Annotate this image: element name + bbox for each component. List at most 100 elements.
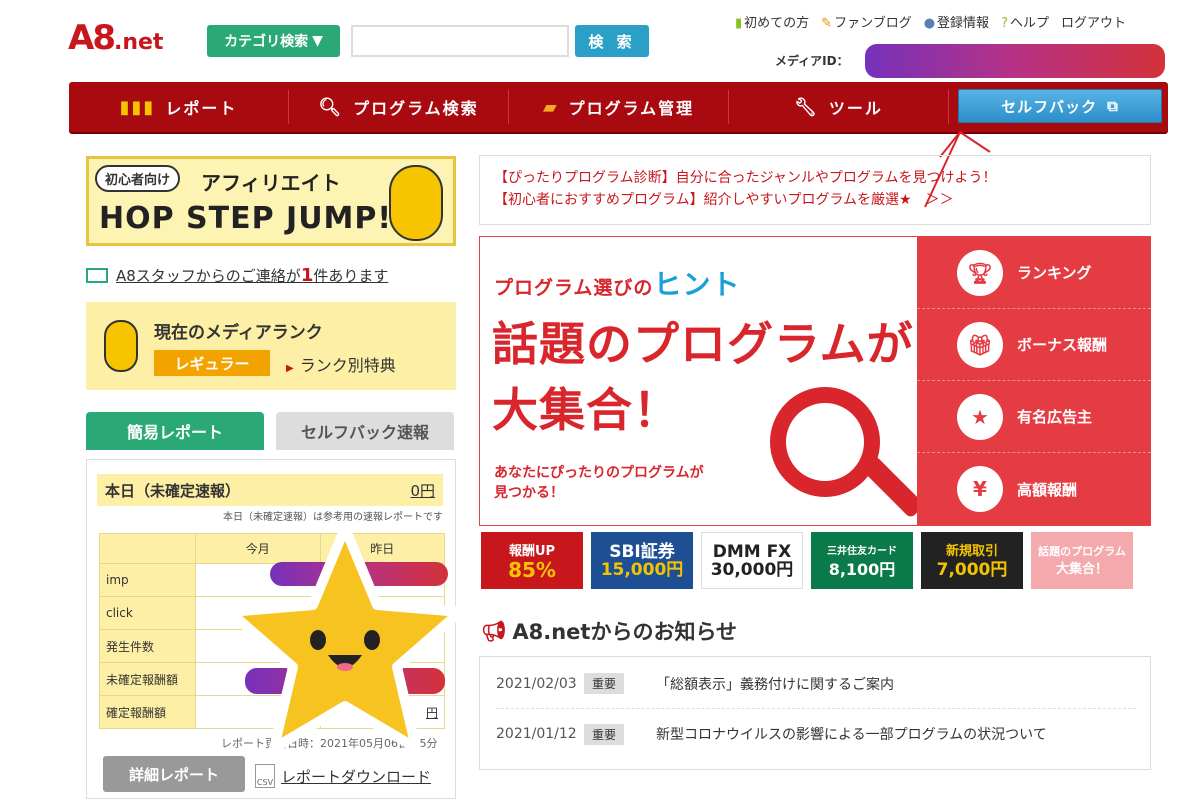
tab-simple-report[interactable]: 簡易レポート — [86, 412, 264, 450]
selfback-label: セルフバック — [1001, 97, 1098, 116]
nav-program-search[interactable]: 🔍︎ プログラム検索 — [289, 90, 509, 124]
today-label: 本日（未確定速報） — [105, 481, 241, 500]
banner-menu-famous[interactable]: ★ 有名広告主 — [917, 381, 1151, 453]
banner-menu: 🏆︎ ランキング 🎁︎ ボーナス報酬 ★ 有名広告主 ¥ 高額報酬 — [917, 237, 1151, 525]
media-id-label: メディアID： — [775, 54, 849, 68]
notice-link-beginner[interactable]: 【初心者におすすめプログラム】紹介しやすいプログラムを厳選★ ＞＞ — [494, 189, 1136, 211]
bee-icon — [104, 320, 138, 372]
rank-benefits-label: ランク別特典 — [299, 356, 396, 375]
hop-subtitle: HOP STEP JUMP! — [99, 201, 393, 236]
today-summary: 本日（未確定速報） 0円 — [97, 474, 443, 506]
hop-title: アフィリエイト — [201, 171, 341, 195]
mini-banner-trade[interactable]: 新規取引 7,000円 — [921, 532, 1023, 589]
search-button[interactable]: 検 索 — [575, 25, 649, 57]
high-reward-label: 高額報酬 — [1017, 480, 1078, 499]
mini-banner-onamae[interactable]: 報酬UP 85% — [481, 532, 583, 589]
banner-sub-2: 見つかる！ — [494, 485, 564, 501]
logo-text: A8 — [68, 18, 116, 58]
mini-banner-dmm[interactable]: DMM FX 30,000円 — [701, 532, 803, 589]
media-rank-box: 現在のメディアランク レギュラー ▶ ランク別特典 — [86, 302, 456, 390]
help-label: ヘルプ — [1009, 16, 1049, 31]
banner-main: プログラム選びのヒント 話題のプログラムが 大集合！ あなたにぴったりのプログラム… — [480, 237, 925, 525]
fan-blog-link[interactable]: ✎ ファンブログ — [821, 12, 912, 31]
selfback-button[interactable]: セルフバック ⧉ — [958, 89, 1162, 123]
mini-banner-sbi[interactable]: SBI証券 15,000円 — [591, 532, 693, 589]
mini-top: 三井住友カード — [827, 545, 897, 557]
notice-link-diagnosis[interactable]: 【ぴったりプログラム診断】自分に合ったジャンルやプログラムを見つけよう！ — [494, 167, 1136, 189]
first-time-link[interactable]: ▮ 初めての方 — [735, 12, 809, 31]
triangle-icon: ▶ — [286, 363, 294, 374]
mini-bottom: 8,100円 — [828, 559, 896, 579]
nav-program-manage-label: プログラム管理 — [568, 99, 695, 118]
news-item[interactable]: 2021/01/12 重要 新型コロナウイルスの影響による一部プログラムの状況つ… — [496, 709, 1136, 759]
bonus-label: ボーナス報酬 — [1017, 336, 1108, 354]
row-label: 未確定報酬額 — [99, 662, 196, 696]
news-item[interactable]: 2021/02/03 重要 「総額表示」義務付けに関するご案内 — [496, 659, 1136, 709]
row-label: imp — [99, 563, 196, 597]
rank-title: 現在のメディアランク — [154, 323, 323, 343]
folder-icon: ▰ — [542, 96, 559, 118]
help-icon: ? — [1001, 16, 1008, 31]
today-amount[interactable]: 0円 — [410, 480, 435, 501]
header-empty — [99, 533, 196, 564]
staff-message-count: 1 — [300, 265, 314, 286]
account-info-link[interactable]: ● 登録情報 — [924, 12, 989, 31]
help-link[interactable]: ? ヘルプ — [1001, 12, 1049, 31]
user-icon: ● — [923, 16, 936, 31]
new-window-icon: ⧉ — [1107, 97, 1119, 115]
news-date: 2021/01/12 — [496, 726, 577, 742]
top-links: ▮ 初めての方 ✎ ファンブログ ● 登録情報 ? ヘルプ ログアウト — [735, 12, 1126, 31]
banner-sub: あなたにぴったりのプログラムが 見つかる！ — [494, 463, 704, 503]
program-hint-banner[interactable]: プログラム選びのヒント 話題のプログラムが 大集合！ あなたにぴったりのプログラム… — [479, 236, 1151, 526]
category-search-button[interactable]: カテゴリ検索 ▼ — [207, 25, 340, 57]
ranking-label: ランキング — [1017, 264, 1092, 282]
mini-bottom: 大集合！ — [1055, 561, 1108, 577]
staff-message-link[interactable]: A8スタッフからのご連絡が1件あります — [86, 265, 388, 286]
logo-suffix: .net — [113, 30, 164, 55]
banner-lead-text: プログラム選びの — [494, 277, 654, 299]
search-input[interactable] — [351, 25, 569, 57]
news-heading-text: A8.netからのお知らせ — [512, 620, 738, 644]
trophy-icon: 🏆︎ — [957, 249, 1003, 296]
banner-menu-ranking[interactable]: 🏆︎ ランキング — [917, 237, 1151, 309]
coin-icon: ¥ — [957, 466, 1003, 512]
megaphone-icon: 📢︎ — [481, 619, 507, 643]
rank-level-badge: レギュラー — [154, 350, 270, 376]
hop-step-jump-banner[interactable]: 初心者向け アフィリエイト HOP STEP JUMP! — [86, 156, 456, 246]
news-tag: 重要 — [584, 673, 625, 694]
row-label: 確定報酬額 — [99, 695, 196, 729]
nav-program-search-label: プログラム検索 — [353, 99, 479, 118]
rank-benefits-link[interactable]: ▶ ランク別特典 — [286, 352, 396, 376]
banner-menu-high-reward[interactable]: ¥ 高額報酬 — [917, 453, 1151, 525]
logout-link[interactable]: ログアウト — [1061, 12, 1126, 31]
magnifier-graphic-icon — [770, 387, 880, 497]
beginner-badge: 初心者向け — [95, 165, 181, 192]
detail-report-button[interactable]: 詳細レポート — [103, 756, 245, 792]
mini-top: DMM FX — [712, 541, 792, 562]
a8-logo[interactable]: A8.net — [68, 18, 163, 58]
banner-lead: プログラム選びのヒント — [494, 263, 740, 303]
mini-top: SBI証券 — [609, 541, 675, 562]
news-tag: 重要 — [584, 723, 625, 745]
nav-report[interactable]: ▮▮▮ レポート — [69, 90, 289, 124]
envelope-icon — [86, 268, 108, 283]
star-shape — [225, 523, 465, 753]
news-date: 2021/02/03 — [496, 675, 577, 692]
mini-banner-topics[interactable]: 話題のプログラム 大集合！ — [1031, 532, 1133, 589]
staff-message-suffix: 件あります — [313, 267, 389, 285]
mini-top: 話題のプログラム — [1038, 544, 1126, 558]
category-label: カテゴリ検索 — [224, 34, 309, 50]
banner-sub-1: あなたにぴったりのプログラムが — [494, 465, 704, 481]
tab-selfback-report[interactable]: セルフバック速報 — [276, 412, 454, 450]
banner-menu-bonus[interactable]: 🎁︎ ボーナス報酬 — [917, 309, 1151, 381]
notice-box: 【ぴったりプログラム診断】自分に合ったジャンルやプログラムを見つけよう！ 【初心… — [479, 155, 1151, 225]
report-download-link[interactable]: CSV レポートダウンロード — [255, 764, 431, 788]
nav-program-manage[interactable]: ▰ プログラム管理 — [509, 90, 729, 124]
nav-tools[interactable]: 🔧︎ ツール — [729, 90, 949, 124]
redaction-scribble — [865, 44, 1165, 78]
star-eye-left — [310, 630, 326, 650]
news-text: 「総額表示」義務付けに関するご案内 — [656, 676, 895, 693]
mini-banner-smbc[interactable]: 三井住友カード 8,100円 — [811, 532, 913, 589]
mini-top: 新規取引 — [945, 543, 998, 559]
news-list: 2021/02/03 重要 「総額表示」義務付けに関するご案内 2021/01/… — [479, 656, 1151, 770]
